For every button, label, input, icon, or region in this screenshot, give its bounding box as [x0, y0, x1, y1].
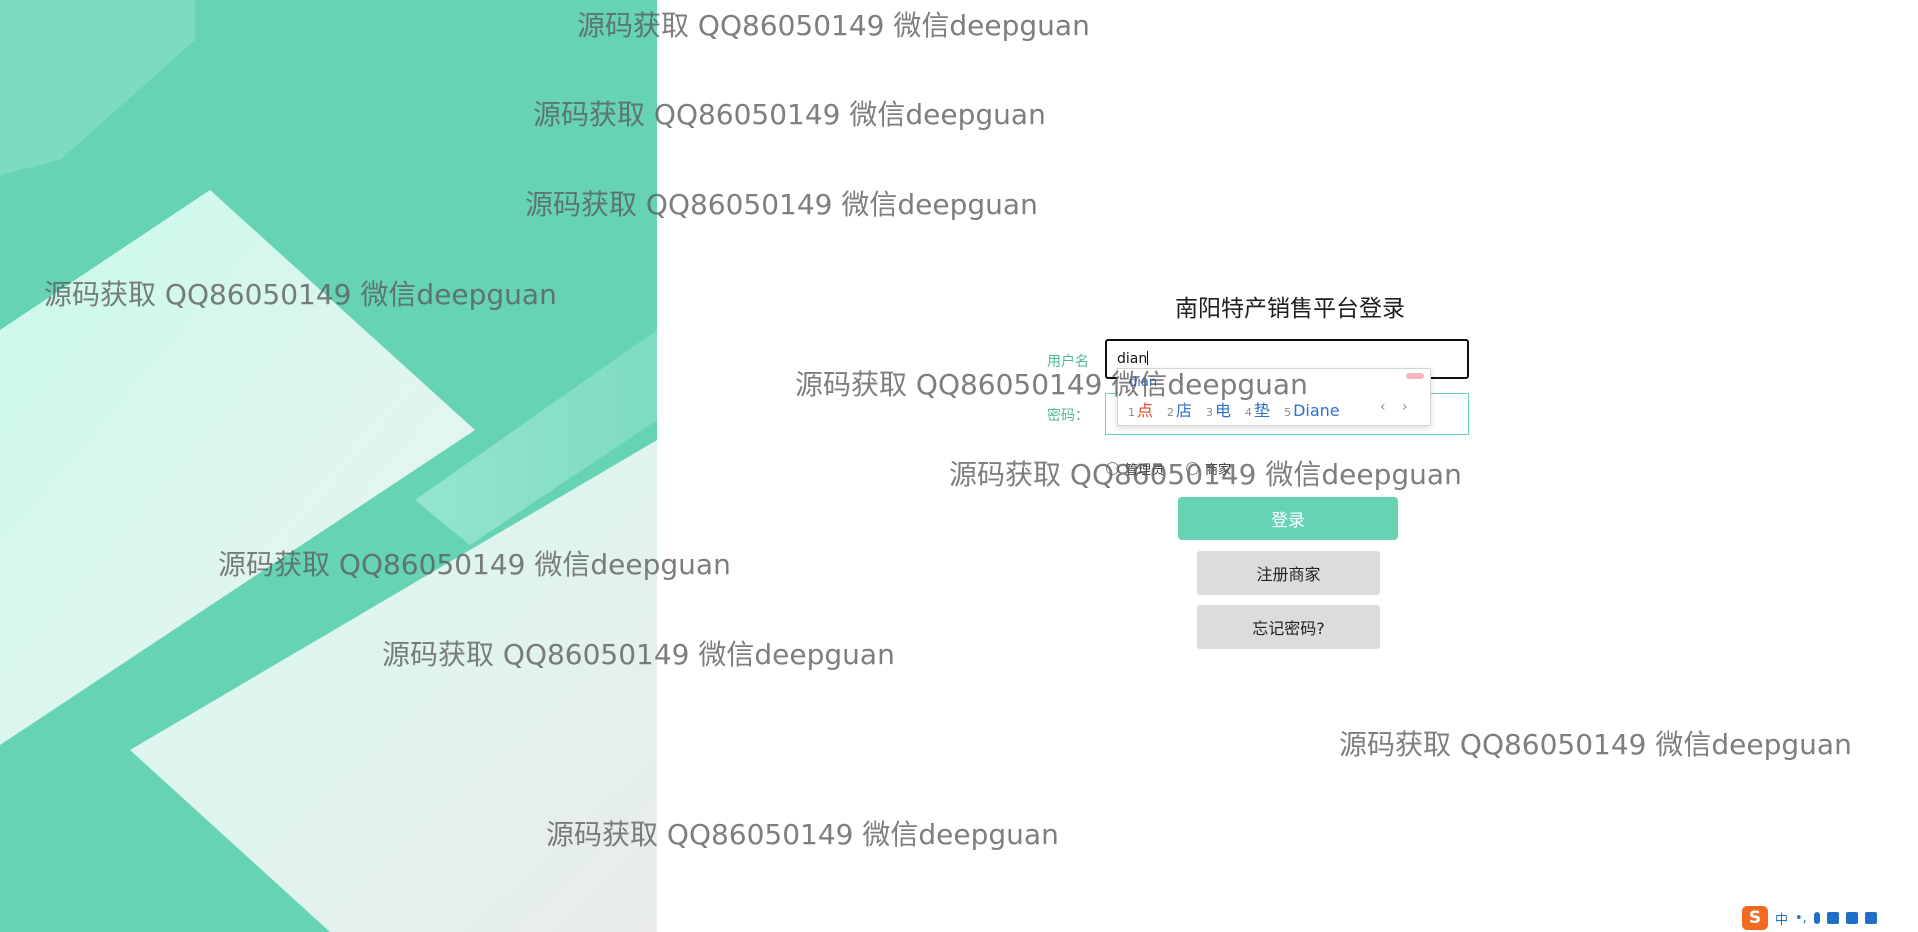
watermark: 源码获取 QQ86050149 微信deepguan	[1339, 728, 1852, 761]
login-button[interactable]: 登录	[1178, 497, 1398, 540]
ime-candidate[interactable]: 3电	[1206, 397, 1231, 421]
ime-skin-decoration	[1406, 373, 1424, 379]
ime-candidate[interactable]: 1点	[1128, 397, 1153, 421]
role-selector: 管理员 商家	[1106, 459, 1231, 478]
login-page: 南阳特产销售平台登录 用户名 dian 密码： dian 1点 2店 3电 4垫…	[0, 0, 1918, 932]
radio-icon	[1186, 462, 1200, 475]
ime-candidate[interactable]: 4垫	[1245, 397, 1270, 421]
ime-candidate[interactable]: 2店	[1167, 397, 1192, 421]
password-label: 密码：	[1047, 408, 1089, 424]
text-caret	[1147, 351, 1149, 365]
ime-status-bar[interactable]: S 中 •,	[1742, 906, 1877, 930]
login-title: 南阳特产销售平台登录	[1175, 296, 1405, 322]
ime-candidate-list: 1点 2店 3电 4垫 5 Diane	[1128, 397, 1340, 421]
ime-composition: dian	[1129, 375, 1158, 390]
ime-candidate-popup[interactable]: dian 1点 2店 3电 4垫 5 Diane ‹ ›	[1117, 368, 1431, 426]
input-mode-indicator[interactable]: 中	[1775, 909, 1788, 928]
role-option-merchant[interactable]: 商家	[1186, 459, 1231, 478]
mic-icon[interactable]	[1813, 912, 1820, 924]
role-option-admin[interactable]: 管理员	[1106, 459, 1164, 478]
radio-icon	[1106, 462, 1119, 475]
ime-page-arrows-icon[interactable]: ‹ ›	[1380, 399, 1414, 415]
sogou-ime-logo-icon[interactable]: S	[1742, 906, 1768, 930]
forgot-password-button[interactable]: 忘记密码?	[1197, 605, 1380, 649]
keyboard-icon[interactable]	[1826, 912, 1839, 924]
toolbox-icon[interactable]	[1864, 912, 1877, 924]
username-label: 用户名	[1047, 354, 1089, 370]
decorative-background-panel	[0, 0, 657, 932]
skin-icon[interactable]	[1845, 912, 1858, 924]
ime-candidate[interactable]: 5 Diane	[1284, 401, 1340, 420]
punctuation-mode-indicator[interactable]: •,	[1795, 911, 1807, 926]
register-merchant-button[interactable]: 注册商家	[1197, 551, 1380, 595]
geometric-shapes	[0, 0, 657, 932]
username-value: dian	[1117, 351, 1148, 367]
